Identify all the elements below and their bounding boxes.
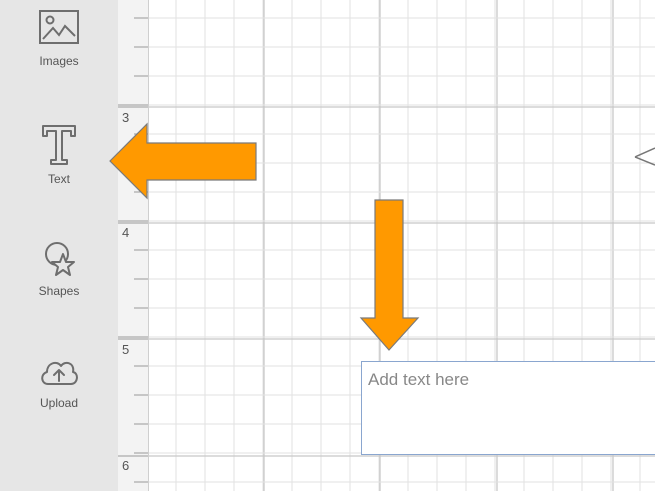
sidebar-item-upload[interactable]: Upload xyxy=(0,352,118,448)
sidebar-item-images[interactable]: Images xyxy=(0,6,118,102)
ruler-ticks xyxy=(118,17,148,483)
sidebar-item-text[interactable]: Text xyxy=(0,122,118,218)
ruler-number: 6 xyxy=(122,458,130,473)
sidebar-item-shapes[interactable]: Shapes xyxy=(0,236,118,332)
text-icon xyxy=(42,125,76,165)
ruler-number: 3 xyxy=(122,110,130,125)
vertical-ruler: 3 4 5 6 xyxy=(118,0,149,491)
upload-icon xyxy=(41,361,78,385)
shapes-icon xyxy=(45,242,75,276)
ruler-number: 5 xyxy=(122,342,130,357)
sidebar-item-label: Shapes xyxy=(38,284,80,298)
sidebar-item-label: Upload xyxy=(39,396,79,410)
sidebar: Images Text Shapes Upload xyxy=(0,0,118,491)
sidebar-item-label: Text xyxy=(47,172,70,186)
sidebar-item-label: Images xyxy=(39,54,79,68)
add-text-box[interactable] xyxy=(361,361,655,455)
images-icon xyxy=(39,10,79,44)
ruler-number: 4 xyxy=(122,225,130,240)
